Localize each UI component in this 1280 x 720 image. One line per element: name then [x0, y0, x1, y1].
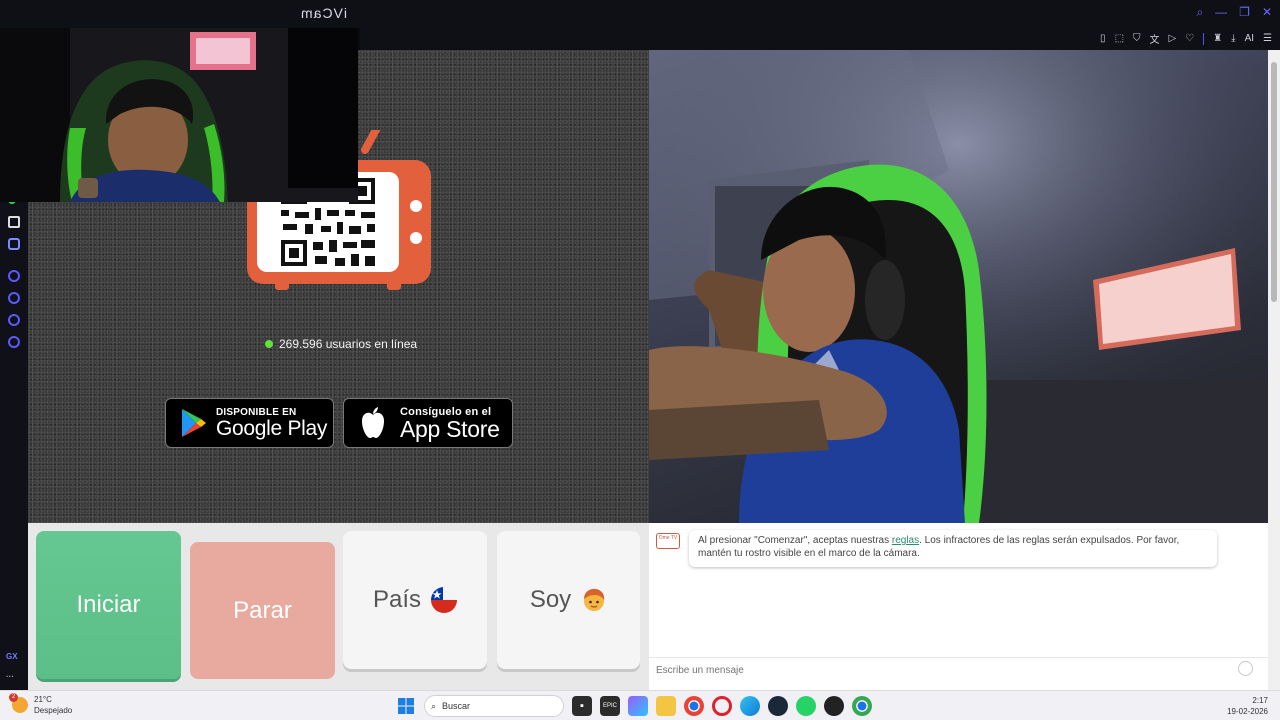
screenshot-icon[interactable]: ⬚ [1115, 33, 1124, 44]
copilot-icon[interactable] [628, 696, 648, 716]
extension-icon[interactable]: ♜ [1213, 33, 1222, 44]
boy-emoji-icon [584, 588, 605, 611]
more-icon[interactable]: ··· [6, 672, 14, 681]
message-input[interactable] [656, 662, 1216, 678]
notice-text-before: Al presionar "Comenzar", aceptas nuestra… [698, 535, 892, 546]
rules-link[interactable]: reglas [892, 535, 919, 546]
chrome-profile-icon[interactable] [852, 696, 872, 716]
self-webcam-preview [0, 28, 358, 202]
toolbar-divider [1203, 32, 1205, 45]
opera-gx-icon[interactable] [824, 696, 844, 716]
clock-date: 19-02-2026 [1227, 707, 1268, 716]
system-message: Al presionar "Comenzar", aceptas nuestra… [689, 530, 1217, 567]
google-play-button[interactable]: DISPONIBLE EN Google Play [165, 398, 334, 448]
notification-badge: 2 [9, 693, 18, 702]
screen: iVCam ⌕ — ❐ ✕ ▯ ⬚ ⛉ 文 ▷ ♡ ♜ ⤓ AI ☰ GX ··… [0, 0, 1280, 720]
whatsapp-taskbar-icon[interactable] [796, 696, 816, 716]
taskbar-search[interactable]: ⌕ Buscar [424, 695, 564, 717]
instagram-icon[interactable] [8, 270, 20, 282]
edge-icon[interactable] [740, 696, 760, 716]
search-icon: ⌕ [431, 700, 437, 711]
page-scrollbar[interactable] [1268, 50, 1280, 690]
epic-games-icon[interactable]: EPIC [600, 696, 620, 716]
windows-start-icon[interactable] [396, 696, 416, 716]
browser-toolbar: ▯ ⬚ ⛉ 文 ▷ ♡ ♜ ⤓ AI ☰ [360, 28, 1280, 50]
history-icon[interactable] [8, 292, 20, 304]
ai-button[interactable]: AI [1245, 33, 1254, 44]
google-play-small: DISPONIBLE EN [216, 406, 297, 418]
weather-temp: 21°C [34, 695, 52, 704]
country-label: País [372, 586, 422, 613]
window-title: iVCam [300, 5, 348, 21]
discord-icon[interactable] [8, 238, 20, 250]
system-clock[interactable]: 2:17 19-02-2026 [1227, 695, 1268, 717]
play-icon[interactable]: ▷ [1169, 33, 1177, 44]
start-button[interactable]: Iniciar [36, 531, 181, 679]
weather-desc: Despejado [34, 706, 73, 715]
minimize-icon[interactable]: — [1215, 5, 1227, 20]
taskbar-apps: ⌕ Buscar ▪ EPIC [396, 695, 872, 717]
app-store-big: App Store [400, 416, 500, 442]
emoji-icon[interactable] [1238, 661, 1253, 676]
online-status-dot [265, 340, 273, 348]
weather-sun-icon: 2 [9, 693, 28, 713]
google-play-icon [182, 409, 206, 437]
gx-label[interactable]: GX [6, 652, 18, 661]
tiktok-icon[interactable] [8, 216, 20, 228]
window-controls: ⌕ — ❐ ✕ [1196, 5, 1272, 20]
apple-icon [362, 407, 384, 438]
close-icon[interactable]: ✕ [1262, 5, 1272, 20]
menu-icon[interactable]: ☰ [1263, 33, 1272, 44]
task-view-icon[interactable]: ▪ [572, 696, 592, 716]
chrome-icon[interactable] [684, 696, 704, 716]
clock-time: 2:17 [1252, 696, 1268, 705]
extensions-icon[interactable] [8, 314, 20, 326]
translate-icon[interactable]: 文 [1150, 31, 1160, 46]
online-users-indicator: 269.596 usuarios en línea [265, 337, 417, 351]
weather-widget[interactable]: 2 21°C Despejado [9, 693, 73, 716]
gender-button[interactable]: Soy [497, 531, 640, 669]
bookmark-icon[interactable]: ▯ [1100, 33, 1106, 44]
file-explorer-icon[interactable] [656, 696, 676, 716]
steam-icon[interactable] [768, 696, 788, 716]
search-icon[interactable]: ⌕ [1196, 5, 1203, 20]
restore-icon[interactable]: ❐ [1239, 5, 1250, 20]
taskbar: 2 21°C Despejado ⌕ Buscar ▪ EPIC 2:17 19… [0, 690, 1280, 720]
shield-icon[interactable]: ⛉ [1133, 33, 1141, 44]
partner-video [649, 50, 1268, 523]
country-button[interactable]: País [343, 531, 487, 669]
stop-button[interactable]: Parar [190, 542, 335, 679]
download-icon[interactable]: ⤓ [1231, 33, 1235, 44]
opera-icon[interactable] [712, 696, 732, 716]
app-store-button[interactable]: Consíguelo en el App Store [343, 398, 513, 448]
chile-flag-icon [431, 587, 458, 613]
message-bar [649, 657, 1268, 680]
online-count: 269.596 usuarios en línea [279, 337, 418, 351]
heart-icon[interactable]: ♡ [1185, 33, 1194, 44]
title-bar: iVCam ⌕ — ❐ ✕ [0, 0, 1280, 28]
chat-panel: Ome TV Al presionar "Comenzar", aceptas … [649, 523, 1268, 690]
search-placeholder: Buscar [442, 701, 471, 711]
gender-label: Soy [529, 586, 572, 613]
scrollbar-thumb[interactable] [1271, 62, 1277, 302]
settings-icon[interactable] [8, 336, 20, 348]
ometv-logo: Ome TV [656, 533, 680, 549]
google-play-big: Google Play [216, 416, 328, 440]
